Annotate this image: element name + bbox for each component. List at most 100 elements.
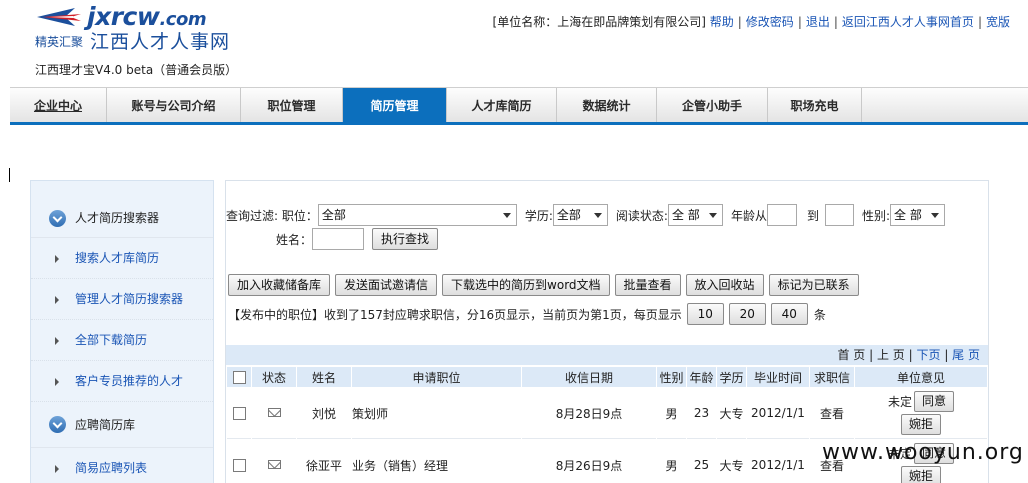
nav-position-manage[interactable]: 职位管理: [241, 88, 343, 122]
nav-enterprise-center[interactable]: 企业中心: [10, 88, 107, 122]
graduation-date: 2012/1/1: [747, 440, 809, 483]
page-size-20-button[interactable]: 20: [728, 303, 766, 325]
arrow-right-icon: [55, 337, 59, 345]
move-to-recycle-button[interactable]: 放入回收站: [685, 274, 764, 296]
nav-statistics[interactable]: 数据统计: [557, 88, 657, 122]
summary-text: 【发布中的职位】收到了157封应聘求职信，分16页显示，当前页为第1页，每页显示: [228, 307, 682, 322]
applied-position: 策划师: [352, 388, 521, 439]
sidebar-item-manage-search[interactable]: 管理人才简历搜索器: [31, 279, 213, 320]
sidebar-group-applications[interactable]: 应聘简历库: [31, 402, 213, 448]
agree-button[interactable]: 同意: [914, 391, 955, 412]
row-checkbox[interactable]: [232, 407, 246, 420]
age: 23: [687, 388, 716, 439]
status-cell: [252, 388, 296, 439]
sidebar-item-download-all[interactable]: 全部下载简历: [31, 320, 213, 361]
sidebar-item-recommended[interactable]: 客户专员推荐的人才: [31, 361, 213, 402]
education: 大专: [717, 440, 746, 483]
read-status-label: 阅读状态:: [615, 208, 668, 223]
col-position: 申请职位: [352, 367, 521, 387]
applicant-name-link[interactable]: 刘悦: [297, 388, 351, 439]
col-date: 收信日期: [522, 367, 656, 387]
sidebar-group-label: 应聘简历库: [75, 418, 136, 432]
col-letter: 求职信: [810, 367, 854, 387]
select-all-header[interactable]: [227, 367, 251, 387]
arrow-right-icon: [55, 296, 59, 304]
pager-first[interactable]: 首 页: [837, 348, 865, 362]
site-logo[interactable]: jxrcw.com 精英汇聚 江西人才人事网: [35, 2, 235, 53]
reject-button[interactable]: 婉拒: [900, 466, 941, 483]
sidebar-group-talent-search[interactable]: 人才简历搜索器: [31, 181, 213, 238]
applicant-name-link[interactable]: 徐亚平: [297, 440, 351, 483]
main-nav: 企业中心 账号与公司介绍 职位管理 简历管理 人才库简历 数据统计 企管小助手 …: [10, 87, 1028, 125]
filter-row: 查询过滤: 职位： 全部 学历: 全部 阅读状态: 全 部 年龄从 到 性别: …: [226, 203, 946, 227]
logo-tag: 精英汇聚: [35, 35, 84, 49]
row-checkbox[interactable]: [232, 459, 246, 472]
logout-link[interactable]: 退出: [806, 15, 830, 29]
action-toolbar: 加入收藏储备库 发送面试邀请信 下载选中的简历到word文档 批量查看 放入回收…: [228, 274, 859, 296]
sidebar-item-label: 客户专员推荐的人才: [75, 374, 184, 388]
opinion-cell: 未定 同意 婉拒: [855, 388, 987, 439]
education-select[interactable]: 全部: [552, 204, 608, 226]
nav-career-charge[interactable]: 职场充电: [768, 88, 862, 122]
page-size-unit: 条: [813, 307, 826, 322]
view-letter-link[interactable]: 查看: [810, 388, 854, 439]
logo-cn-name: 江西人才人事网: [90, 31, 231, 53]
page-size-40-button[interactable]: 40: [770, 303, 808, 325]
gender-label: 性别:: [861, 208, 891, 223]
change-password-link[interactable]: 修改密码: [746, 15, 794, 29]
table-row: 刘悦 策划师 8月28日9点 男 23 大专 2012/1/1 查看 未定 同意…: [227, 388, 987, 439]
col-opinion: 单位意见: [855, 367, 987, 387]
send-interview-button[interactable]: 发送面试邀请信: [335, 274, 438, 296]
back-home-link[interactable]: 返回江西人才人事网首页: [842, 15, 974, 29]
logo-jet-icon: [37, 8, 81, 26]
company-name: [单位名称：上海在即品牌策划有限公司]: [492, 15, 706, 29]
graduation-date: 2012/1/1: [747, 388, 809, 439]
age-to-input[interactable]: [824, 204, 854, 226]
pager-prev[interactable]: 上 页: [877, 348, 905, 362]
sidebar-item-search-talent[interactable]: 搜索人才库简历: [31, 238, 213, 279]
add-to-favorites-button[interactable]: 加入收藏储备库: [228, 274, 331, 296]
top-links: [单位名称：上海在即品牌策划有限公司] 帮助 | 修改密码 | 退出 | 返回江西人才人事网…: [492, 15, 1010, 29]
sidebar: 人才简历搜索器 搜索人才库简历 管理人才简历搜索器 全部下载简历 客户专员推荐的…: [30, 180, 214, 483]
chevron-down-icon: [49, 210, 66, 227]
batch-view-button[interactable]: 批量查看: [614, 274, 681, 296]
pager-last[interactable]: 尾 页: [952, 348, 980, 362]
read-status-select[interactable]: 全 部: [667, 204, 723, 226]
chevron-down-icon: [49, 416, 66, 433]
col-status: 状态: [252, 367, 296, 387]
gender: 男: [657, 388, 686, 439]
version-label: 江西理才宝V4.0 beta（普通会员版）: [35, 63, 238, 77]
reject-button[interactable]: 婉拒: [900, 414, 941, 435]
sidebar-item-label: 搜索人才库简历: [75, 251, 160, 265]
wide-version-link[interactable]: 宽版: [986, 15, 1010, 29]
sidebar-group-label: 人才简历搜索器: [75, 211, 160, 225]
received-date: 8月28日9点: [522, 388, 656, 439]
position-select[interactable]: 全部: [317, 204, 517, 226]
age: 25: [687, 440, 716, 483]
sidebar-item-simple-list[interactable]: 简易应聘列表: [31, 448, 213, 483]
age-from-input[interactable]: [766, 204, 797, 226]
sidebar-item-label: 简易应聘列表: [75, 461, 148, 475]
text-cursor: [9, 168, 10, 182]
name-input[interactable]: [312, 228, 365, 250]
nav-account-company[interactable]: 账号与公司介绍: [107, 88, 241, 122]
filter-label: 查询过滤: 职位：: [226, 208, 318, 223]
page-size-10-button[interactable]: 10: [686, 303, 724, 325]
nav-talent-resumes[interactable]: 人才库简历: [447, 88, 557, 122]
received-date: 8月26日9点: [522, 440, 656, 483]
nav-management-helper[interactable]: 企管小助手: [657, 88, 768, 122]
pager-next[interactable]: 下页: [916, 348, 940, 362]
download-word-button[interactable]: 下载选中的简历到word文档: [442, 274, 610, 296]
age-from-label: 年龄从: [730, 208, 767, 223]
nav-resume-manage[interactable]: 简历管理: [343, 88, 447, 122]
sidebar-item-label: 管理人才简历搜索器: [75, 292, 184, 306]
arrow-right-icon: [55, 255, 59, 263]
arrow-right-icon: [55, 378, 59, 386]
select-all-checkbox[interactable]: [232, 371, 246, 384]
search-button[interactable]: 执行查找: [372, 228, 439, 250]
mark-contacted-button[interactable]: 标记为已联系: [768, 274, 859, 296]
watermark: www.wooyun.org: [822, 440, 1024, 465]
pager: 首 页 | 上 页 | 下页 | 尾 页: [226, 345, 988, 365]
gender-select[interactable]: 全 部: [890, 204, 946, 226]
help-link[interactable]: 帮助: [710, 15, 734, 29]
